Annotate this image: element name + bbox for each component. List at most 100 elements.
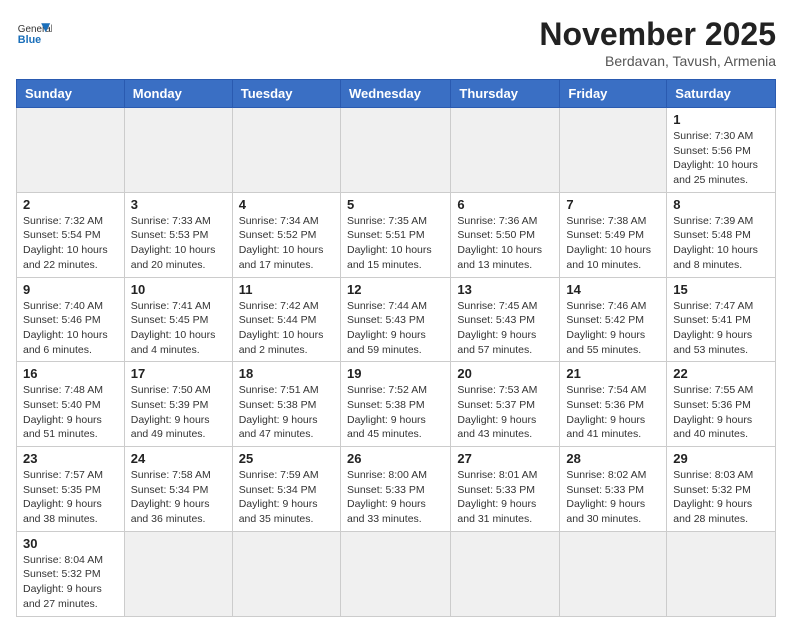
day-header-monday: Monday — [124, 80, 232, 108]
calendar-cell: 20Sunrise: 7:53 AM Sunset: 5:37 PM Dayli… — [451, 362, 560, 447]
day-number: 28 — [566, 451, 660, 466]
calendar-cell — [17, 108, 125, 193]
calendar-cell — [340, 531, 450, 616]
day-info: Sunrise: 8:03 AM Sunset: 5:32 PM Dayligh… — [673, 468, 769, 527]
calendar-cell — [451, 108, 560, 193]
calendar-week-row: 1 Sunrise: 7:30 AM Sunset: 5:56 PM Daylig… — [17, 108, 776, 193]
svg-text:Blue: Blue — [18, 34, 41, 46]
day-info: Sunrise: 7:48 AM Sunset: 5:40 PM Dayligh… — [23, 383, 118, 442]
day-number: 26 — [347, 451, 444, 466]
day-header-friday: Friday — [560, 80, 667, 108]
calendar-cell: 16 Sunrise: 7:48 AM Sunset: 5:40 PM Dayli… — [17, 362, 125, 447]
day-header-wednesday: Wednesday — [340, 80, 450, 108]
page-header: General Blue November 2025 Berdavan, Tav… — [16, 16, 776, 69]
calendar-cell: 14 Sunrise: 7:46 AM Sunset: 5:42 PM Dayli… — [560, 277, 667, 362]
day-number: 5 — [347, 197, 444, 212]
day-info: Sunrise: 7:32 AM Sunset: 5:54 PM Dayligh… — [23, 214, 118, 273]
day-info: Sunrise: 7:58 AM Sunset: 5:34 PM Dayligh… — [131, 468, 226, 527]
day-number: 23 — [23, 451, 118, 466]
day-number: 21 — [566, 366, 660, 381]
day-info: Sunrise: 8:00 AM Sunset: 5:33 PM Dayligh… — [347, 468, 444, 527]
day-info: Sunrise: 8:01 AM Sunset: 5:33 PM Dayligh… — [457, 468, 553, 527]
calendar-cell — [560, 108, 667, 193]
day-info: Sunrise: 7:38 AM Sunset: 5:49 PM Dayligh… — [566, 214, 660, 273]
day-number: 29 — [673, 451, 769, 466]
day-info: Sunrise: 7:45 AM Sunset: 5:43 PM Dayligh… — [457, 299, 553, 358]
calendar-cell: 4Sunrise: 7:34 AM Sunset: 5:52 PM Daylig… — [232, 192, 340, 277]
calendar-cell: 7 Sunrise: 7:38 AM Sunset: 5:49 PM Daylig… — [560, 192, 667, 277]
day-number: 13 — [457, 282, 553, 297]
day-number: 22 — [673, 366, 769, 381]
day-info: Sunrise: 7:44 AM Sunset: 5:43 PM Dayligh… — [347, 299, 444, 358]
calendar-cell: 1 Sunrise: 7:30 AM Sunset: 5:56 PM Daylig… — [667, 108, 776, 193]
calendar-cell: 29 Sunrise: 8:03 AM Sunset: 5:32 PM Dayli… — [667, 447, 776, 532]
day-info: Sunrise: 7:41 AM Sunset: 5:45 PM Dayligh… — [131, 299, 226, 358]
day-number: 3 — [131, 197, 226, 212]
calendar-cell: 30 Sunrise: 8:04 AM Sunset: 5:32 PM Dayli… — [17, 531, 125, 616]
calendar-week-row: 2 Sunrise: 7:32 AM Sunset: 5:54 PM Daylig… — [17, 192, 776, 277]
calendar-week-row: 9Sunrise: 7:40 AM Sunset: 5:46 PM Daylig… — [17, 277, 776, 362]
calendar-cell: 18Sunrise: 7:51 AM Sunset: 5:38 PM Dayli… — [232, 362, 340, 447]
calendar-cell: 15 Sunrise: 7:47 AM Sunset: 5:41 PM Dayli… — [667, 277, 776, 362]
calendar-cell: 3 Sunrise: 7:33 AM Sunset: 5:53 PM Daylig… — [124, 192, 232, 277]
day-number: 8 — [673, 197, 769, 212]
calendar-cell — [232, 531, 340, 616]
calendar-cell: 5 Sunrise: 7:35 AM Sunset: 5:51 PM Daylig… — [340, 192, 450, 277]
day-number: 27 — [457, 451, 553, 466]
day-number: 30 — [23, 536, 118, 551]
calendar-cell: 13 Sunrise: 7:45 AM Sunset: 5:43 PM Dayli… — [451, 277, 560, 362]
calendar-header-row: SundayMondayTuesdayWednesdayThursdayFrid… — [17, 80, 776, 108]
day-info: Sunrise: 7:52 AM Sunset: 5:38 PM Dayligh… — [347, 383, 444, 442]
day-info: Sunrise: 7:35 AM Sunset: 5:51 PM Dayligh… — [347, 214, 444, 273]
day-info: Sunrise: 7:59 AM Sunset: 5:34 PM Dayligh… — [239, 468, 334, 527]
calendar-cell: 2 Sunrise: 7:32 AM Sunset: 5:54 PM Daylig… — [17, 192, 125, 277]
logo: General Blue — [16, 16, 52, 52]
day-number: 15 — [673, 282, 769, 297]
day-number: 17 — [131, 366, 226, 381]
day-info: Sunrise: 7:50 AM Sunset: 5:39 PM Dayligh… — [131, 383, 226, 442]
day-info: Sunrise: 7:55 AM Sunset: 5:36 PM Dayligh… — [673, 383, 769, 442]
calendar-cell: 24 Sunrise: 7:58 AM Sunset: 5:34 PM Dayli… — [124, 447, 232, 532]
calendar-cell: 6 Sunrise: 7:36 AM Sunset: 5:50 PM Daylig… — [451, 192, 560, 277]
calendar-week-row: 23Sunrise: 7:57 AM Sunset: 5:35 PM Dayli… — [17, 447, 776, 532]
title-area: November 2025 Berdavan, Tavush, Armenia — [539, 16, 776, 69]
day-number: 6 — [457, 197, 553, 212]
day-info: Sunrise: 7:39 AM Sunset: 5:48 PM Dayligh… — [673, 214, 769, 273]
calendar-cell: 26 Sunrise: 8:00 AM Sunset: 5:33 PM Dayli… — [340, 447, 450, 532]
calendar-cell: 22 Sunrise: 7:55 AM Sunset: 5:36 PM Dayli… — [667, 362, 776, 447]
day-number: 16 — [23, 366, 118, 381]
day-number: 1 — [673, 112, 769, 127]
calendar-table: SundayMondayTuesdayWednesdayThursdayFrid… — [16, 79, 776, 617]
calendar-cell: 10 Sunrise: 7:41 AM Sunset: 5:45 PM Dayli… — [124, 277, 232, 362]
day-info: Sunrise: 7:46 AM Sunset: 5:42 PM Dayligh… — [566, 299, 660, 358]
day-number: 14 — [566, 282, 660, 297]
day-number: 24 — [131, 451, 226, 466]
logo-icon: General Blue — [16, 16, 52, 52]
day-header-saturday: Saturday — [667, 80, 776, 108]
month-title: November 2025 — [539, 16, 776, 53]
day-info: Sunrise: 7:54 AM Sunset: 5:36 PM Dayligh… — [566, 383, 660, 442]
day-info: Sunrise: 8:04 AM Sunset: 5:32 PM Dayligh… — [23, 553, 118, 612]
calendar-cell — [232, 108, 340, 193]
calendar-week-row: 16 Sunrise: 7:48 AM Sunset: 5:40 PM Dayli… — [17, 362, 776, 447]
day-number: 10 — [131, 282, 226, 297]
day-info: Sunrise: 7:33 AM Sunset: 5:53 PM Dayligh… — [131, 214, 226, 273]
day-info: Sunrise: 8:02 AM Sunset: 5:33 PM Dayligh… — [566, 468, 660, 527]
day-info: Sunrise: 7:36 AM Sunset: 5:50 PM Dayligh… — [457, 214, 553, 273]
day-number: 12 — [347, 282, 444, 297]
day-number: 4 — [239, 197, 334, 212]
day-info: Sunrise: 7:40 AM Sunset: 5:46 PM Dayligh… — [23, 299, 118, 358]
day-number: 7 — [566, 197, 660, 212]
calendar-cell: 25 Sunrise: 7:59 AM Sunset: 5:34 PM Dayli… — [232, 447, 340, 532]
day-number: 20 — [457, 366, 553, 381]
day-info: Sunrise: 7:47 AM Sunset: 5:41 PM Dayligh… — [673, 299, 769, 358]
day-header-tuesday: Tuesday — [232, 80, 340, 108]
calendar-cell: 19Sunrise: 7:52 AM Sunset: 5:38 PM Dayli… — [340, 362, 450, 447]
day-number: 2 — [23, 197, 118, 212]
calendar-cell: 12 Sunrise: 7:44 AM Sunset: 5:43 PM Dayli… — [340, 277, 450, 362]
day-header-sunday: Sunday — [17, 80, 125, 108]
day-info: Sunrise: 7:30 AM Sunset: 5:56 PM Dayligh… — [673, 129, 769, 188]
calendar-cell: 9Sunrise: 7:40 AM Sunset: 5:46 PM Daylig… — [17, 277, 125, 362]
day-number: 25 — [239, 451, 334, 466]
calendar-week-row: 30 Sunrise: 8:04 AM Sunset: 5:32 PM Dayli… — [17, 531, 776, 616]
